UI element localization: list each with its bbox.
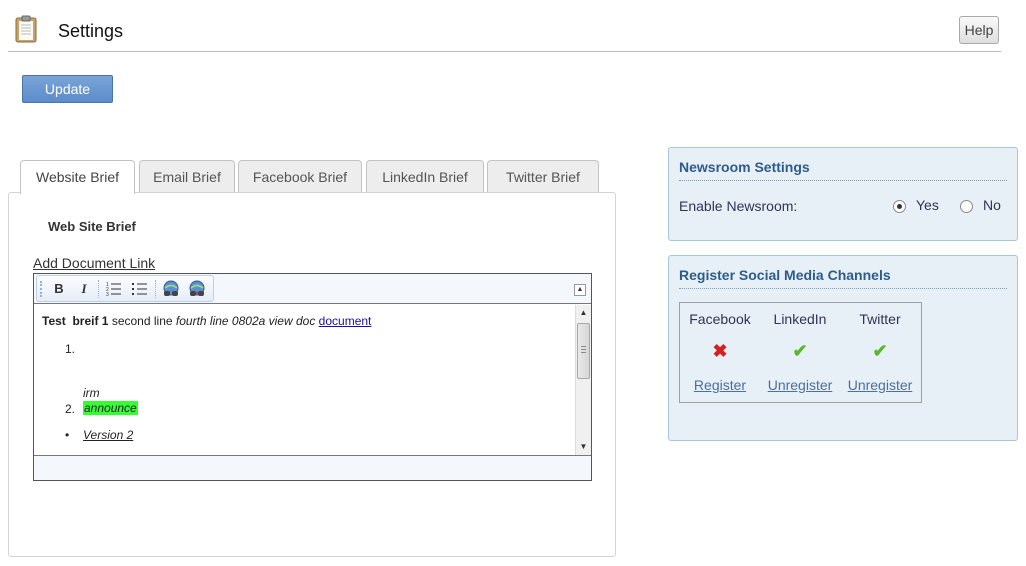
content-line-1: Test breif 1 second line fourth line 080… bbox=[42, 314, 371, 328]
toolbar-collapse-icon[interactable]: ▲ bbox=[574, 284, 586, 296]
bullet-marker: • bbox=[65, 428, 70, 442]
green-check-icon: ✔ bbox=[792, 341, 808, 361]
twitter-unregister-link[interactable]: Unregister bbox=[840, 377, 920, 393]
page-title: Settings bbox=[58, 21, 124, 41]
tab-linkedin-brief[interactable]: LinkedIn Brief bbox=[366, 160, 484, 193]
tab-facebook-brief[interactable]: Facebook Brief bbox=[238, 160, 362, 193]
scrollbar-thumb[interactable] bbox=[577, 323, 590, 379]
toolbar-separator bbox=[98, 280, 99, 298]
bold-icon[interactable]: B bbox=[49, 279, 69, 299]
newsroom-settings-title: Newsroom Settings bbox=[679, 159, 810, 175]
text-italic-line: fourth line 0802a view doc bbox=[175, 314, 316, 328]
text-second-line: second line bbox=[111, 314, 173, 328]
channel-name: Facebook bbox=[689, 311, 751, 327]
channel-name: Twitter bbox=[859, 311, 901, 327]
update-button[interactable]: Update bbox=[22, 75, 113, 103]
editor-scrollbar[interactable]: ▲ ▼ bbox=[575, 305, 591, 455]
list-number: 2. bbox=[65, 402, 76, 416]
list-number: 1. bbox=[65, 342, 76, 356]
newsroom-no-label[interactable]: No bbox=[983, 197, 1001, 213]
newsroom-yes-radio[interactable] bbox=[893, 200, 906, 213]
rich-text-editor[interactable]: B I 1 2 3 ▲ Test breif 1 second line fou… bbox=[33, 273, 592, 481]
brief-title: Web Site Brief bbox=[48, 219, 136, 234]
numbered-list-icon[interactable]: 1 2 3 bbox=[104, 279, 124, 299]
bullet-list-icon[interactable] bbox=[130, 279, 150, 299]
newsroom-settings-panel: Newsroom Settings Enable Newsroom: Yes N… bbox=[668, 147, 1018, 241]
text-bold-test: Test bbox=[42, 314, 66, 328]
scrollbar-grip bbox=[581, 346, 586, 347]
tab-email-brief[interactable]: Email Brief bbox=[139, 160, 235, 193]
insert-link-icon[interactable] bbox=[161, 279, 181, 299]
channel-name: LinkedIn bbox=[773, 311, 827, 327]
page-header: Settings Help bbox=[8, 10, 1001, 52]
text-italic-irm: irm bbox=[83, 386, 100, 400]
remove-link-icon[interactable] bbox=[187, 279, 207, 299]
text-highlight-announce: announce bbox=[83, 401, 138, 415]
tab-twitter-brief[interactable]: Twitter Brief bbox=[487, 160, 599, 193]
editor-toolbar: B I 1 2 3 ▲ bbox=[34, 274, 591, 304]
toolbar-separator bbox=[155, 280, 156, 298]
help-button[interactable]: Help bbox=[959, 16, 999, 44]
add-document-link[interactable]: Add Document Link bbox=[33, 255, 155, 271]
linkedin-unregister-link[interactable]: Unregister bbox=[760, 377, 840, 393]
clipboard-icon bbox=[15, 15, 37, 43]
social-channels-title: Register Social Media Channels bbox=[679, 267, 891, 283]
toolbar-grip bbox=[40, 281, 42, 297]
scroll-up-icon[interactable]: ▲ bbox=[576, 305, 591, 320]
section-divider bbox=[679, 180, 1007, 181]
newsroom-no-radio[interactable] bbox=[960, 200, 973, 213]
social-channels-panel: Register Social Media Channels Facebook … bbox=[668, 255, 1018, 441]
newsroom-yes-label[interactable]: Yes bbox=[916, 197, 939, 213]
editor-footer bbox=[34, 455, 591, 480]
section-divider bbox=[679, 288, 1007, 289]
editor-content[interactable]: Test breif 1 second line fourth line 080… bbox=[34, 305, 575, 455]
text-version: Version 2 bbox=[83, 428, 134, 442]
document-link[interactable]: document bbox=[319, 314, 372, 328]
social-channels-table: Facebook ✖ Register LinkedIn ✔ Unregiste… bbox=[679, 302, 922, 403]
svg-text:3: 3 bbox=[106, 292, 109, 298]
scroll-down-icon[interactable]: ▼ bbox=[576, 439, 591, 454]
scrollbar-grip bbox=[581, 349, 586, 350]
toolbar-group: B I 1 2 3 bbox=[36, 275, 214, 302]
green-check-icon: ✔ bbox=[872, 341, 888, 361]
red-x-icon: ✖ bbox=[712, 341, 728, 361]
scrollbar-grip bbox=[581, 352, 586, 353]
enable-newsroom-label: Enable Newsroom: bbox=[679, 198, 798, 214]
tab-website-brief[interactable]: Website Brief bbox=[20, 160, 135, 194]
italic-icon[interactable]: I bbox=[74, 279, 94, 299]
text-bold-breif: breif 1 bbox=[72, 314, 109, 328]
facebook-register-link[interactable]: Register bbox=[680, 377, 760, 393]
tab-panel-website-brief: Web Site Brief Add Document Link B I 1 2… bbox=[8, 192, 616, 557]
